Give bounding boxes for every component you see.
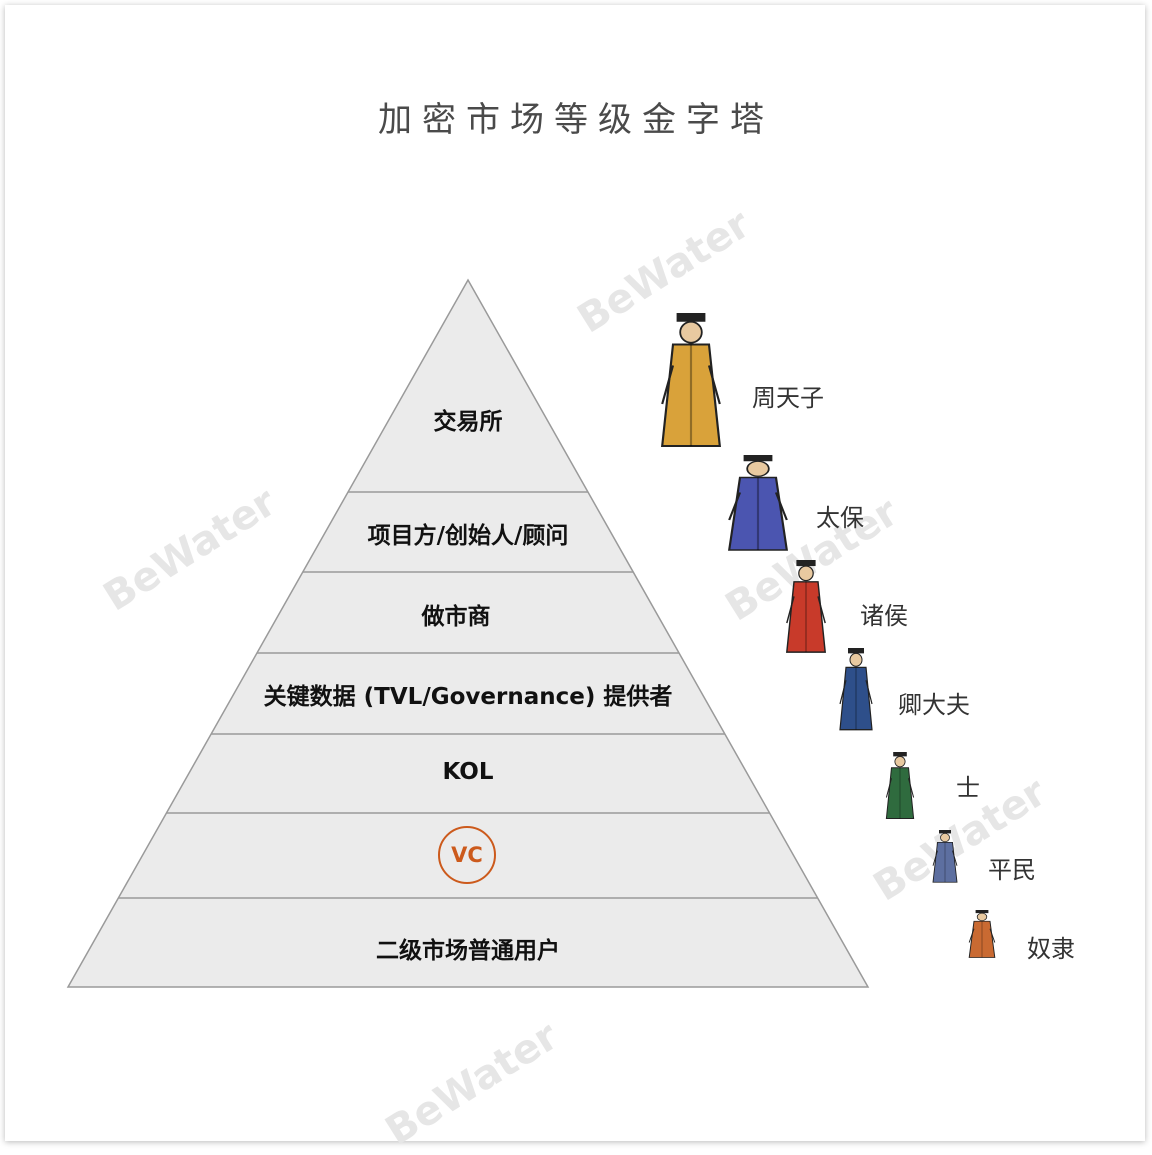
slave-figure: [968, 910, 996, 958]
pyramid-tier-label: 项目方/创始人/顾问: [367, 523, 569, 549]
rank-label: 诸侯: [860, 602, 908, 630]
vc-highlight-circle: VC: [438, 826, 496, 884]
rank-label: 平民: [988, 856, 1036, 884]
rank-label: 士: [956, 774, 980, 802]
minister-figure: [839, 648, 873, 731]
pyramid-tier-label: 二级市场普通用户: [376, 938, 560, 964]
rank-label: 卿大夫: [898, 691, 970, 719]
pyramid-tier-label: 关键数据 (TVL/Governance) 提供者: [263, 684, 673, 710]
pyramid-tier-label: 交易所: [433, 409, 503, 435]
pyramid-tier-label: 做市商: [421, 604, 491, 630]
rank-label: 奴隶: [1027, 935, 1075, 963]
rank-label: 太保: [816, 504, 864, 532]
scholar-figure: [885, 752, 915, 820]
emperor-figure: [661, 313, 721, 448]
pyramid: [66, 278, 870, 988]
pyramid-tier-label: KOL: [442, 759, 494, 785]
vassal-lord-figure: [786, 560, 826, 653]
commoner-figure: [932, 830, 958, 883]
rank-label: 周天子: [752, 384, 824, 412]
grand-guardian-figure: [728, 455, 788, 551]
